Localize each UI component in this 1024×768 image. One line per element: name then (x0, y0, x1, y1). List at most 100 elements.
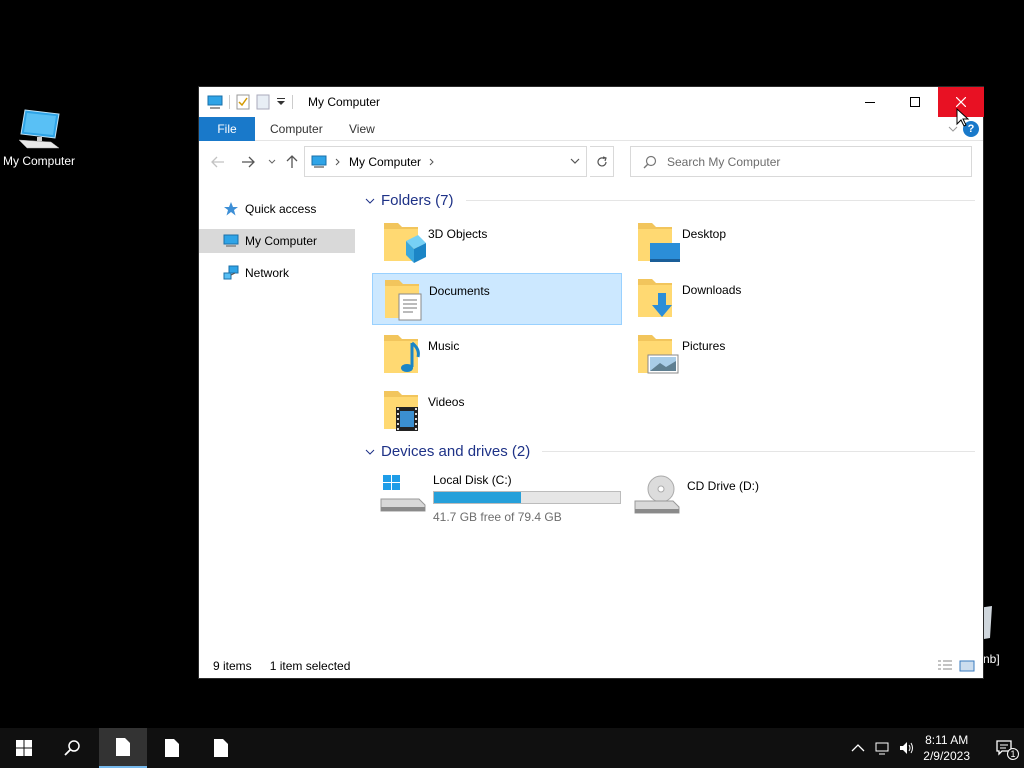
folder-tile[interactable]: Downloads (626, 273, 876, 325)
window-title: My Computer (308, 95, 381, 109)
forward-button[interactable] (239, 153, 257, 171)
documents-folder-icon (385, 280, 422, 321)
breadcrumb-my-computer[interactable]: My Computer (349, 155, 421, 169)
document-icon (165, 739, 179, 757)
folder-tile[interactable]: Videos (372, 385, 622, 437)
action-center-button[interactable]: 1 (984, 728, 1024, 768)
document-icon (214, 739, 228, 757)
computer-icon (223, 234, 239, 247)
search-box[interactable]: Search My Computer (630, 146, 972, 177)
taskbar: 8:11 AM 2/9/2023 1 (0, 728, 1024, 768)
tab-computer[interactable]: Computer (256, 117, 337, 141)
refresh-icon (596, 155, 607, 166)
properties-icon[interactable] (236, 94, 250, 110)
file-explorer-window: My Computer File Computer View ? My Comp… (198, 86, 984, 679)
network-icon (223, 265, 239, 280)
maximize-button[interactable] (892, 87, 938, 117)
new-folder-icon[interactable] (256, 94, 270, 110)
drives-group-header[interactable]: Devices and drives (2) (365, 443, 975, 460)
chevron-right-icon[interactable] (429, 158, 435, 166)
mouse-cursor-icon (956, 108, 970, 127)
system-tray: 8:11 AM 2/9/2023 1 (851, 728, 1024, 768)
search-placeholder: Search My Computer (667, 154, 781, 169)
status-bar: 9 items 1 item selected (199, 654, 983, 678)
arrow-left-icon (211, 156, 224, 168)
search-icon (643, 155, 657, 168)
folder-label: Desktop (682, 227, 727, 241)
chevron-down-icon (365, 449, 375, 455)
close-icon (956, 97, 966, 107)
drive-label: Local Disk (C:) (433, 473, 512, 487)
nav-item-label: My Computer (245, 234, 318, 248)
chevron-down-icon (365, 198, 375, 204)
folder-label: Pictures (682, 339, 726, 353)
taskbar-app-2[interactable] (148, 728, 196, 768)
folder-tile[interactable]: Music (372, 329, 622, 381)
cd-drive-icon (634, 475, 680, 514)
folder-tile-selected[interactable]: Documents (372, 273, 622, 325)
windows-drive-icon (380, 475, 426, 512)
drive-tile-d[interactable]: CD Drive (D:) (629, 467, 759, 521)
chevron-right-icon[interactable] (335, 158, 341, 166)
ribbon-tabs: File Computer View ? (199, 117, 983, 141)
volume-icon[interactable] (899, 741, 915, 755)
taskbar-app-1[interactable] (99, 728, 147, 768)
drive-label: CD Drive (D:) (687, 479, 759, 493)
folder-tile[interactable]: Desktop (626, 217, 876, 269)
windows-logo-icon (16, 740, 32, 756)
customize-qat-icon[interactable] (276, 97, 286, 107)
clock-time: 8:11 AM (925, 733, 969, 747)
computer-icon (18, 109, 60, 149)
music-folder-icon (384, 335, 420, 373)
computer-icon (207, 95, 223, 109)
videos-folder-icon (384, 391, 418, 431)
address-bar[interactable]: My Computer (304, 146, 587, 177)
back-button[interactable] (209, 153, 227, 171)
folder-tile[interactable]: 3D Objects (372, 217, 622, 269)
address-dropdown-icon[interactable] (570, 155, 580, 167)
notification-badge: 1 (1007, 748, 1019, 760)
document-icon (116, 738, 130, 756)
details-view-icon[interactable] (937, 659, 953, 673)
taskbar-search-button[interactable] (48, 728, 96, 768)
downloads-folder-icon (638, 279, 672, 317)
drive-tile-c[interactable]: Local Disk (C:) 41.7 GB free of 79.4 GB (375, 467, 621, 524)
arrow-up-icon (286, 155, 298, 168)
tab-view[interactable]: View (335, 117, 389, 141)
chevron-up-icon[interactable] (851, 743, 865, 753)
maximize-icon (910, 97, 920, 107)
clock-date: 2/9/2023 (923, 749, 970, 763)
pictures-folder-icon (638, 335, 679, 374)
up-button[interactable] (283, 153, 301, 171)
minimize-icon (865, 102, 875, 103)
folder-label: Downloads (682, 283, 742, 297)
title-bar[interactable]: My Computer (199, 87, 984, 117)
recent-locations-button[interactable] (263, 153, 281, 171)
drive-usage-bar (433, 491, 621, 504)
clock[interactable]: 8:11 AM 2/9/2023 (923, 732, 970, 764)
start-button[interactable] (0, 728, 48, 768)
search-icon (64, 740, 80, 756)
folder-label: Documents (429, 284, 490, 298)
drive-free-space: 41.7 GB free of 79.4 GB (433, 510, 562, 524)
desktop-folder-icon (638, 223, 680, 262)
star-icon (224, 202, 238, 216)
folder-label: Videos (428, 395, 465, 409)
taskbar-app-3[interactable] (197, 728, 245, 768)
large-icons-view-icon[interactable] (959, 659, 975, 673)
minimize-button[interactable] (847, 87, 893, 117)
nav-item-quick-access[interactable]: Quick access (199, 197, 355, 221)
status-item-count: 9 items (213, 659, 252, 673)
folder-label: 3D Objects (428, 227, 488, 241)
chevron-down-icon (268, 159, 276, 164)
desktop-partial-label: nb] (983, 652, 1000, 666)
refresh-button[interactable] (590, 146, 614, 177)
network-status-icon[interactable] (875, 741, 891, 755)
folders-group-header[interactable]: Folders (7) (365, 192, 975, 209)
nav-item-my-computer[interactable]: My Computer (199, 229, 355, 253)
desktop-icon-my-computer[interactable]: My Computer (0, 108, 78, 168)
tab-file[interactable]: File (199, 117, 255, 141)
nav-item-network[interactable]: Network (199, 261, 355, 285)
nav-item-label: Network (245, 266, 290, 280)
folder-tile[interactable]: Pictures (626, 329, 876, 381)
